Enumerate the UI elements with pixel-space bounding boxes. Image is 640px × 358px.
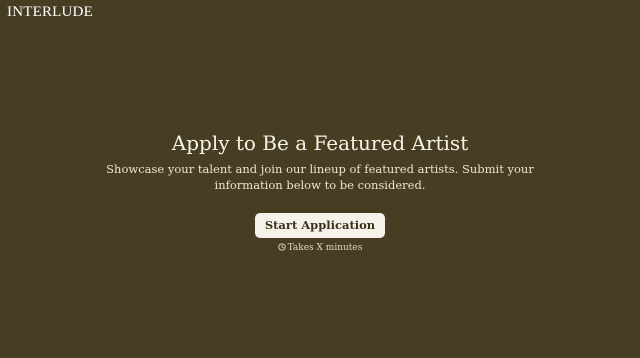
clock-icon [277,243,286,251]
page-description: Showcase your talent and join our lineup… [106,162,534,192]
brand-logo[interactable]: INTERLUDE [7,4,93,21]
hero-section: Apply to Be a Featured Artist Showcase y… [0,130,640,254]
duration-text: Takes X minutes [287,243,363,253]
page-title: Apply to Be a Featured Artist [171,131,469,155]
start-application-button[interactable]: Start Application [254,213,386,238]
duration-note: Takes X minutes [0,242,640,254]
